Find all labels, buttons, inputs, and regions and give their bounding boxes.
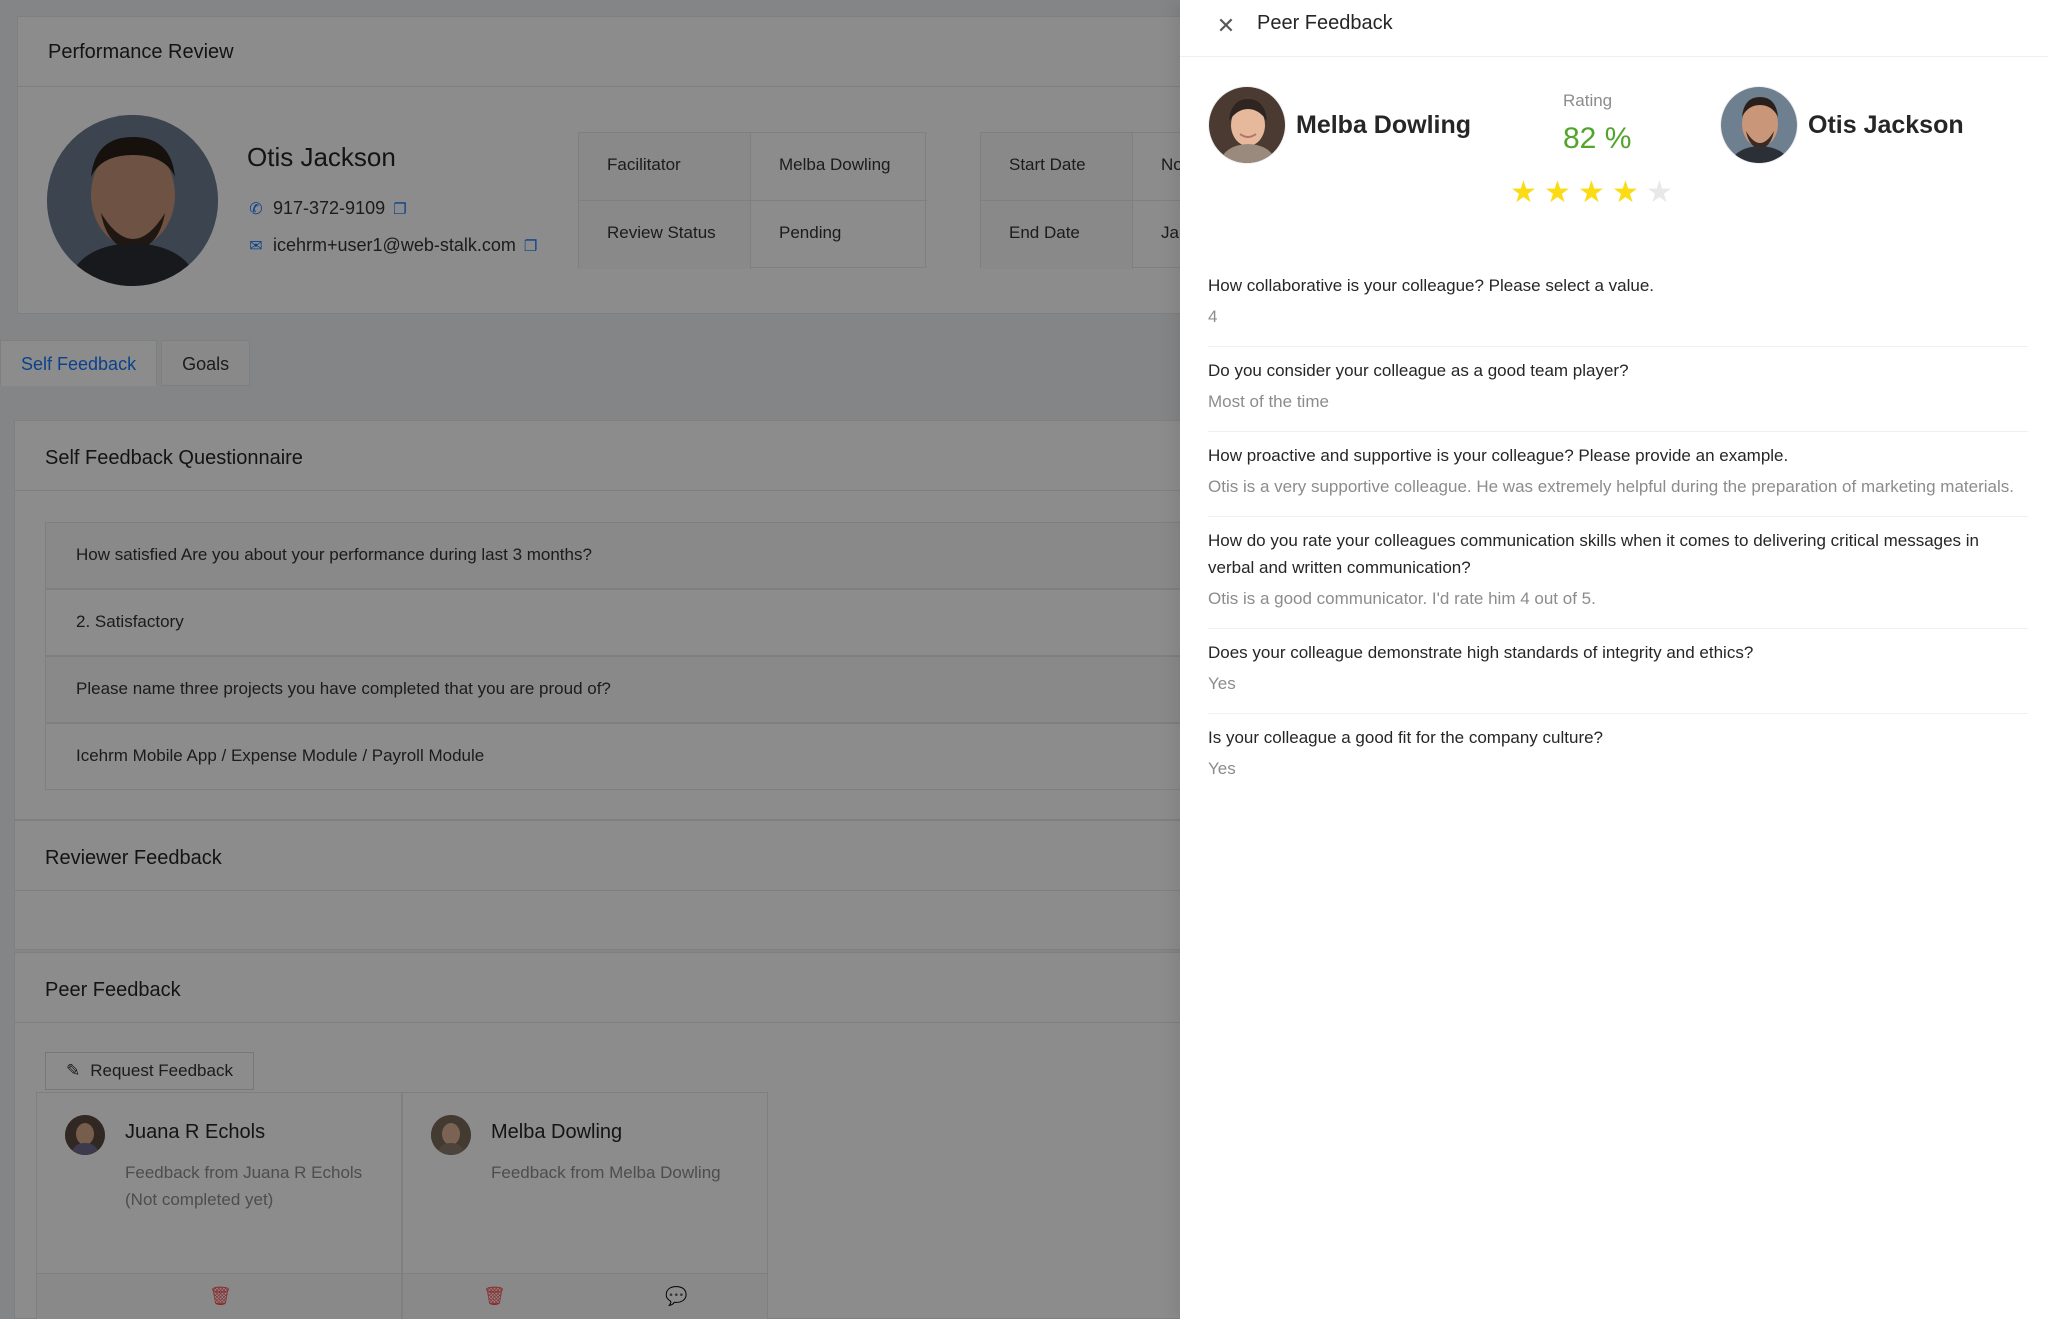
feedback-item: How do you rate your colleagues communic… [1208, 517, 2028, 629]
reviewee-avatar-image [1721, 87, 1797, 163]
star-filled-icon: ★ [1612, 176, 1639, 209]
feedback-item: Do you consider your colleague as a good… [1208, 347, 2028, 432]
feedback-answer: Yes [1208, 674, 1236, 693]
reviewer-person: Melba Dowling [1208, 86, 1471, 164]
rating-label: Rating [1563, 91, 1613, 110]
feedback-question: Is your colleague a good fit for the com… [1208, 728, 1604, 747]
reviewer-avatar-image [1209, 87, 1285, 163]
feedback-question: How proactive and supportive is your col… [1208, 446, 1789, 465]
drawer-header: ✕ Peer Feedback [1180, 0, 2048, 57]
feedback-answer: 4 [1208, 307, 1218, 326]
feedback-question: How do you rate your colleagues communic… [1208, 531, 1980, 577]
star-rating: ★ ★ ★ ★ ★ [1510, 176, 1673, 209]
feedback-item: Is your colleague a good fit for the com… [1208, 714, 2028, 798]
star-filled-icon: ★ [1510, 176, 1537, 209]
star-filled-icon: ★ [1578, 176, 1605, 209]
reviewee-person: Otis Jackson [1720, 86, 1964, 164]
feedback-item: How proactive and supportive is your col… [1208, 432, 2028, 517]
feedback-question: Do you consider your colleague as a good… [1208, 361, 1629, 380]
feedback-item: How collaborative is your colleague? Ple… [1208, 262, 2028, 347]
modal-overlay[interactable] [0, 0, 1180, 1319]
reviewee-name: Otis Jackson [1808, 110, 1964, 139]
star-empty-icon: ★ [1646, 176, 1673, 209]
feedback-question: How collaborative is your colleague? Ple… [1208, 276, 1655, 295]
drawer-title: Peer Feedback [1257, 12, 1393, 34]
feedback-item: Does your colleague demonstrate high sta… [1208, 629, 2028, 714]
peer-feedback-drawer: ✕ Peer Feedback Melba Dowling Rating 82 … [1180, 0, 2048, 1319]
feedback-answer: Otis is a good communicator. I'd rate hi… [1208, 589, 1596, 608]
avatar [1720, 86, 1798, 164]
avatar [1208, 86, 1286, 164]
feedback-answer: Most of the time [1208, 392, 1329, 411]
star-filled-icon: ★ [1544, 176, 1571, 209]
feedback-answer: Yes [1208, 759, 1236, 778]
reviewer-name: Melba Dowling [1296, 110, 1471, 139]
rating-value: 82 % [1563, 122, 1632, 155]
feedback-answer: Otis is a very supportive colleague. He … [1208, 477, 2014, 496]
feedback-answer-list: How collaborative is your colleague? Ple… [1208, 262, 2028, 798]
feedback-question: Does your colleague demonstrate high sta… [1208, 643, 1754, 662]
close-icon[interactable]: ✕ [1212, 12, 1240, 40]
